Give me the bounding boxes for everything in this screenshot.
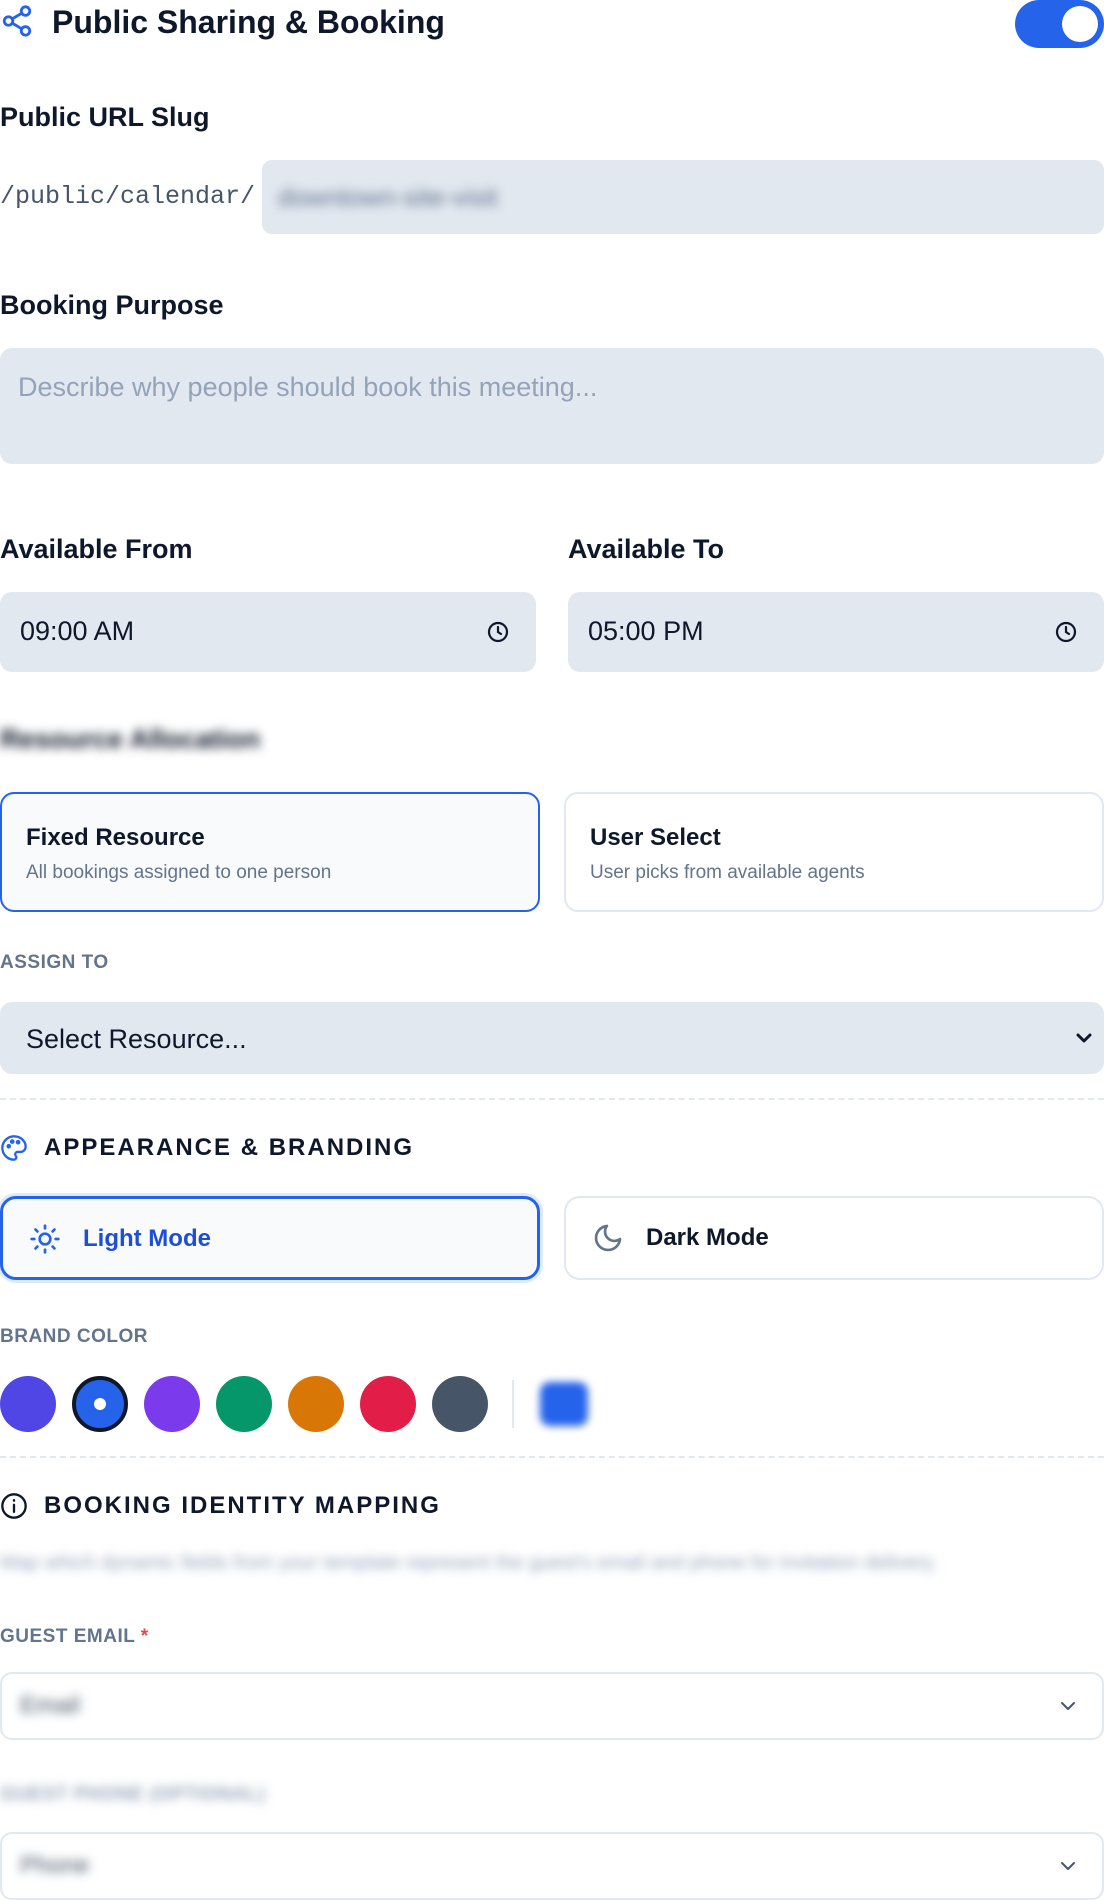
guest-phone-label: GUEST PHONE (OPTIONAL): [0, 1784, 266, 1805]
brand-color-swatch[interactable]: [0, 1376, 56, 1432]
option-description: User picks from available agents: [590, 862, 865, 883]
assign-to-label: ASSIGN TO: [0, 952, 109, 973]
divider: [0, 1098, 1104, 1100]
available-from-value: 09:00 AM: [20, 616, 135, 646]
chevron-down-icon: [1061, 1862, 1075, 1870]
identity-title: BOOKING IDENTITY MAPPING: [44, 1492, 441, 1519]
appearance-title: APPEARANCE & BRANDING: [44, 1134, 415, 1161]
slug-value: downtown-site-visit: [278, 182, 498, 212]
share-icon: [2, 5, 32, 37]
purpose-label: Booking Purpose: [0, 290, 224, 320]
required-marker: *: [140, 1626, 149, 1647]
palette-icon: [1, 1135, 27, 1161]
divider: [0, 1456, 1104, 1458]
option-title: User Select: [590, 824, 721, 851]
brand-color-swatch[interactable]: [360, 1376, 416, 1432]
guest-phone-select[interactable]: Phone: [0, 1832, 1104, 1900]
chevron-down-icon: [1076, 1033, 1092, 1043]
public-sharing-toggle[interactable]: [1015, 0, 1104, 48]
section-title: Public Sharing & Booking: [52, 4, 445, 40]
info-icon: [1, 1493, 27, 1519]
purpose-placeholder: Describe why people should book this mee…: [18, 372, 598, 402]
dark-mode-option[interactable]: Dark Mode: [564, 1196, 1104, 1280]
chevron-down-icon: [1061, 1702, 1075, 1710]
brand-color-swatch[interactable]: [144, 1376, 200, 1432]
brand-color-swatch[interactable]: [432, 1376, 488, 1432]
assign-to-select[interactable]: Select Resource...: [0, 1002, 1104, 1074]
swatch-divider: [512, 1380, 514, 1428]
available-to-label: Available To: [568, 534, 725, 564]
toggle-knob: [1062, 6, 1098, 42]
custom-color-picker[interactable]: [540, 1382, 588, 1426]
brand-color-swatch[interactable]: [288, 1376, 344, 1432]
guest-email-label: GUEST EMAIL *: [0, 1626, 149, 1648]
guest-email-select[interactable]: Email: [0, 1672, 1104, 1740]
light-mode-label: Light Mode: [83, 1225, 211, 1252]
slug-label: Public URL Slug: [0, 102, 210, 132]
available-to-input[interactable]: 05:00 PM: [568, 592, 1104, 672]
purpose-textarea[interactable]: Describe why people should book this mee…: [0, 348, 1104, 464]
clock-icon: [1055, 621, 1077, 643]
option-title: Fixed Resource: [26, 824, 205, 851]
guest-email-value: Email: [20, 1692, 81, 1719]
moon-icon: [594, 1224, 622, 1252]
slug-input[interactable]: downtown-site-visit: [262, 160, 1104, 234]
available-to-value: 05:00 PM: [588, 616, 704, 646]
resource-label: Resource Allocation: [0, 724, 261, 754]
sun-icon: [30, 1224, 60, 1254]
slug-prefix: /public/calendar/: [0, 182, 256, 211]
identity-note: Map which dynamic fields from your templ…: [0, 1552, 938, 1574]
public-sharing-panel: Public Sharing & Booking Public URL Slug…: [0, 0, 1104, 1900]
brand-color-label: BRAND COLOR: [0, 1326, 148, 1347]
guest-email-label-text: GUEST EMAIL: [0, 1626, 135, 1647]
assign-to-value: Select Resource...: [26, 1024, 247, 1054]
option-description: All bookings assigned to one person: [26, 862, 332, 883]
available-from-input[interactable]: 09:00 AM: [0, 592, 536, 672]
available-from-label: Available From: [0, 534, 193, 564]
guest-phone-value: Phone: [20, 1852, 90, 1879]
fixed-resource-option[interactable]: Fixed Resource All bookings assigned to …: [0, 792, 540, 912]
brand-color-swatch[interactable]: [216, 1376, 272, 1432]
light-mode-option[interactable]: Light Mode: [0, 1196, 540, 1280]
user-select-option[interactable]: User Select User picks from available ag…: [564, 792, 1104, 912]
clock-icon: [487, 621, 509, 643]
brand-color-swatch[interactable]: [72, 1376, 128, 1432]
dark-mode-label: Dark Mode: [646, 1224, 769, 1251]
